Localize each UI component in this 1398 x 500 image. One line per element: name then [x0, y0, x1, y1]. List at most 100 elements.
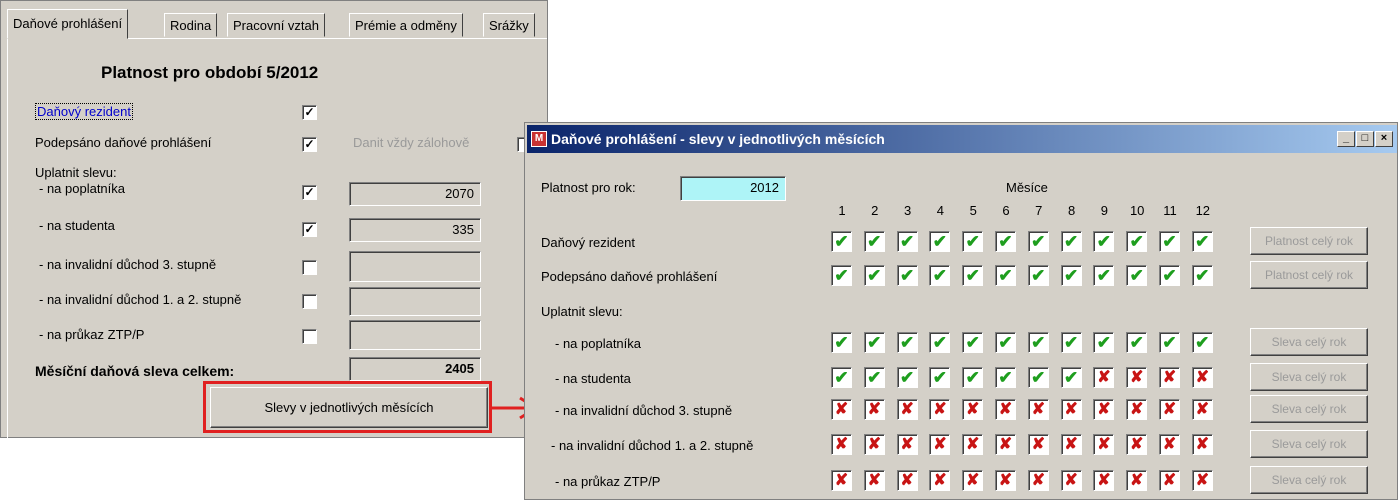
cross-mark-icon[interactable]: ✘ [863, 470, 885, 491]
tab-tax-declaration[interactable]: Daňové prohlášení [7, 9, 129, 39]
tab-family[interactable]: Rodina [164, 13, 218, 37]
signed-checkbox[interactable]: ✓ [302, 137, 317, 152]
check-mark-icon[interactable]: ✔ [896, 265, 918, 286]
cross-mark-icon[interactable]: ✘ [1093, 434, 1115, 455]
check-mark-icon[interactable]: ✔ [831, 231, 852, 252]
check-mark-icon[interactable]: ✔ [863, 231, 885, 252]
tab-employment[interactable]: Pracovní vztah [227, 13, 325, 37]
check-mark-icon[interactable]: ✔ [831, 332, 852, 353]
cross-mark-icon[interactable]: ✘ [1093, 399, 1115, 420]
cross-mark-icon[interactable]: ✘ [831, 470, 852, 491]
check-mark-icon[interactable]: ✔ [896, 231, 918, 252]
check-mark-icon[interactable]: ✔ [929, 231, 951, 252]
check-mark-icon[interactable]: ✔ [1093, 265, 1115, 286]
check-mark-icon[interactable]: ✔ [863, 332, 885, 353]
check-mark-icon[interactable]: ✔ [1191, 231, 1213, 252]
row-checkbox[interactable] [302, 294, 317, 309]
check-mark-icon[interactable]: ✔ [1191, 332, 1213, 353]
cross-mark-icon[interactable]: ✘ [929, 434, 951, 455]
cross-mark-icon[interactable]: ✘ [1027, 434, 1049, 455]
cross-mark-icon[interactable]: ✘ [929, 470, 951, 491]
check-mark-icon[interactable]: ✔ [863, 265, 885, 286]
whole-year-button[interactable]: Sleva celý rok [1250, 328, 1368, 356]
cross-mark-icon[interactable]: ✘ [896, 434, 918, 455]
row-checkbox[interactable] [302, 329, 317, 344]
check-mark-icon[interactable]: ✔ [995, 265, 1016, 286]
cross-mark-icon[interactable]: ✘ [1159, 470, 1180, 491]
resident-checkbox[interactable]: ✓ [302, 105, 317, 120]
check-mark-icon[interactable]: ✔ [1060, 231, 1082, 252]
check-mark-icon[interactable]: ✔ [896, 332, 918, 353]
check-mark-icon[interactable]: ✔ [863, 367, 885, 388]
check-mark-icon[interactable]: ✔ [1027, 367, 1049, 388]
resident-label[interactable]: Daňový rezident [35, 103, 133, 120]
whole-year-button[interactable]: Sleva celý rok [1250, 466, 1368, 494]
cross-mark-icon[interactable]: ✘ [995, 399, 1016, 420]
cross-mark-icon[interactable]: ✘ [863, 434, 885, 455]
minimize-button[interactable]: _ [1337, 131, 1355, 147]
cross-mark-icon[interactable]: ✘ [896, 399, 918, 420]
cross-mark-icon[interactable]: ✘ [1060, 434, 1082, 455]
check-mark-icon[interactable]: ✔ [1126, 231, 1148, 252]
check-mark-icon[interactable]: ✔ [1027, 332, 1049, 353]
cross-mark-icon[interactable]: ✘ [1093, 470, 1115, 491]
check-mark-icon[interactable]: ✔ [831, 367, 852, 388]
cross-mark-icon[interactable]: ✘ [1060, 470, 1082, 491]
check-mark-icon[interactable]: ✔ [995, 367, 1016, 388]
check-mark-icon[interactable]: ✔ [962, 231, 984, 252]
cross-mark-icon[interactable]: ✘ [1191, 470, 1213, 491]
cross-mark-icon[interactable]: ✘ [1191, 399, 1213, 420]
whole-year-button[interactable]: Sleva celý rok [1250, 430, 1368, 458]
check-mark-icon[interactable]: ✔ [1093, 231, 1115, 252]
whole-year-button[interactable]: Platnost celý rok [1250, 261, 1368, 289]
cross-mark-icon[interactable]: ✘ [831, 434, 852, 455]
cross-mark-icon[interactable]: ✘ [1093, 367, 1115, 388]
cross-mark-icon[interactable]: ✘ [1126, 399, 1148, 420]
check-mark-icon[interactable]: ✔ [962, 367, 984, 388]
cross-mark-icon[interactable]: ✘ [896, 470, 918, 491]
cross-mark-icon[interactable]: ✘ [995, 470, 1016, 491]
row-checkbox[interactable]: ✓ [302, 185, 317, 200]
check-mark-icon[interactable]: ✔ [1093, 332, 1115, 353]
check-mark-icon[interactable]: ✔ [1159, 332, 1180, 353]
cross-mark-icon[interactable]: ✘ [962, 434, 984, 455]
tab-deductions[interactable]: Srážky [483, 13, 535, 37]
check-mark-icon[interactable]: ✔ [929, 332, 951, 353]
cross-mark-icon[interactable]: ✘ [962, 399, 984, 420]
check-mark-icon[interactable]: ✔ [1159, 231, 1180, 252]
cross-mark-icon[interactable]: ✘ [1159, 399, 1180, 420]
close-button[interactable]: × [1375, 131, 1393, 147]
check-mark-icon[interactable]: ✔ [1159, 265, 1180, 286]
cross-mark-icon[interactable]: ✘ [995, 434, 1016, 455]
check-mark-icon[interactable]: ✔ [1060, 367, 1082, 388]
check-mark-icon[interactable]: ✔ [1027, 265, 1049, 286]
check-mark-icon[interactable]: ✔ [929, 265, 951, 286]
year-field[interactable]: 2012 [680, 176, 786, 201]
check-mark-icon[interactable]: ✔ [1060, 332, 1082, 353]
cross-mark-icon[interactable]: ✘ [1027, 470, 1049, 491]
check-mark-icon[interactable]: ✔ [1060, 265, 1082, 286]
cross-mark-icon[interactable]: ✘ [1191, 367, 1213, 388]
check-mark-icon[interactable]: ✔ [1126, 265, 1148, 286]
tab-bonuses[interactable]: Prémie a odměny [349, 13, 463, 37]
cross-mark-icon[interactable]: ✘ [1060, 399, 1082, 420]
check-mark-icon[interactable]: ✔ [962, 332, 984, 353]
row-checkbox[interactable] [302, 260, 317, 275]
maximize-button[interactable]: □ [1356, 131, 1374, 147]
cross-mark-icon[interactable]: ✘ [863, 399, 885, 420]
row-checkbox[interactable]: ✓ [302, 222, 317, 237]
whole-year-button[interactable]: Sleva celý rok [1250, 395, 1368, 423]
cross-mark-icon[interactable]: ✘ [1126, 470, 1148, 491]
whole-year-button[interactable]: Platnost celý rok [1250, 227, 1368, 255]
whole-year-button[interactable]: Sleva celý rok [1250, 363, 1368, 391]
check-mark-icon[interactable]: ✔ [1126, 332, 1148, 353]
cross-mark-icon[interactable]: ✘ [1027, 399, 1049, 420]
check-mark-icon[interactable]: ✔ [962, 265, 984, 286]
cross-mark-icon[interactable]: ✘ [1159, 367, 1180, 388]
check-mark-icon[interactable]: ✔ [831, 265, 852, 286]
check-mark-icon[interactable]: ✔ [896, 367, 918, 388]
check-mark-icon[interactable]: ✔ [1191, 265, 1213, 286]
check-mark-icon[interactable]: ✔ [1027, 231, 1049, 252]
check-mark-icon[interactable]: ✔ [929, 367, 951, 388]
cross-mark-icon[interactable]: ✘ [831, 399, 852, 420]
